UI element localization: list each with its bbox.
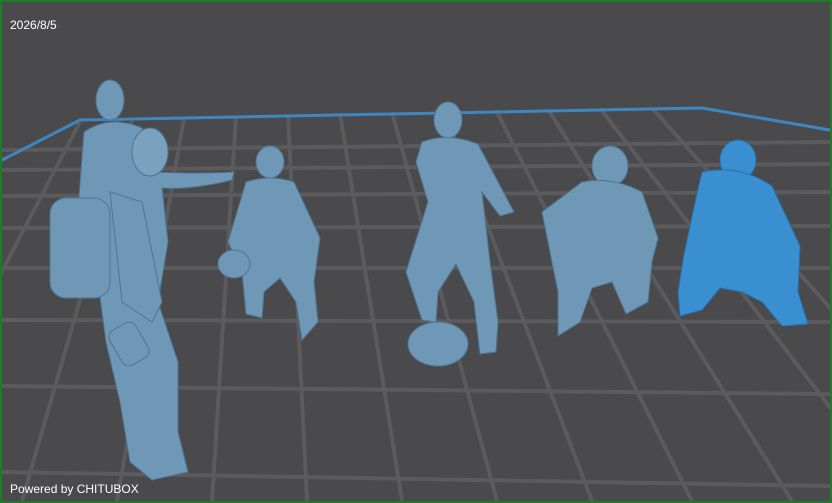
date-label: 2026/8/5 — [10, 18, 57, 32]
build-plate-scene[interactable] — [2, 2, 830, 501]
3d-viewport[interactable]: 2026/8/5 Powered by CHITUBOX — [2, 2, 830, 501]
powered-by-label: Powered by CHITUBOX — [10, 482, 139, 496]
model-standing-woman-with-backpack[interactable] — [49, 79, 235, 481]
model-crouching-figure-cap[interactable] — [541, 145, 659, 337]
model-crouching-figure-hoodie[interactable] — [677, 139, 809, 327]
model-standing-figure-with-bag[interactable] — [405, 101, 515, 367]
